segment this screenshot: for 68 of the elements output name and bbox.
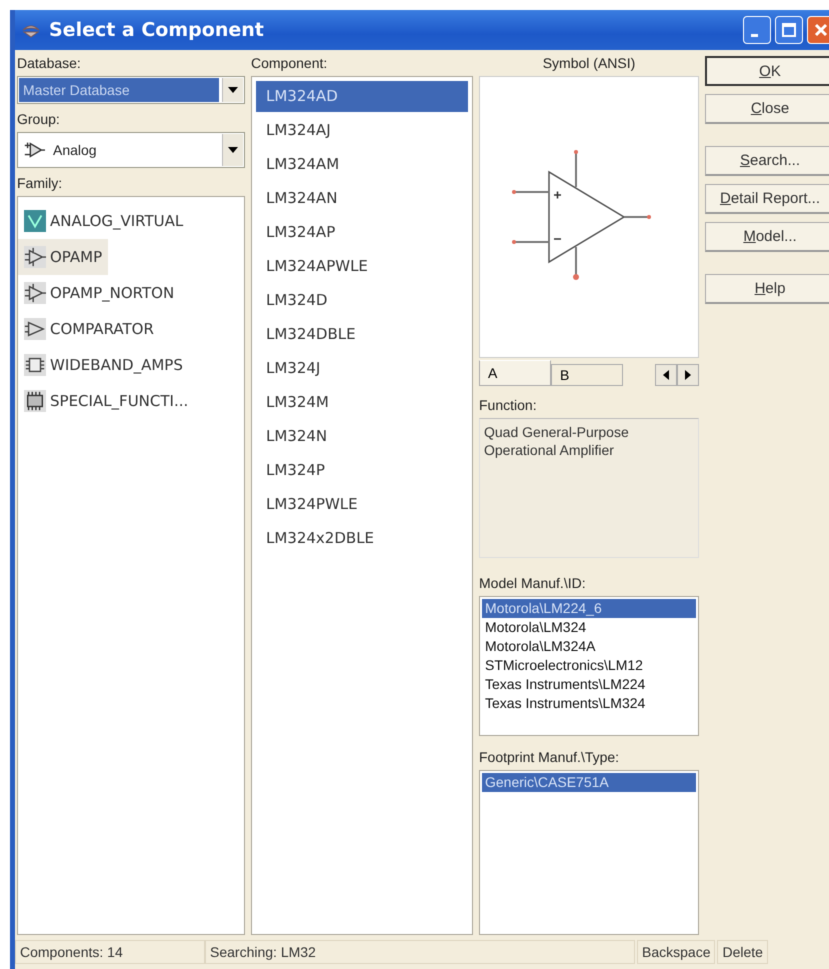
symbol-tab[interactable]: B xyxy=(551,364,623,386)
function-label: Function: xyxy=(479,396,538,414)
amplifier-icon xyxy=(24,246,46,268)
component-item[interactable]: LM324APWLE xyxy=(256,251,468,282)
amplifier-icon xyxy=(24,318,46,340)
model-item[interactable]: Motorola\LM324 xyxy=(482,618,696,637)
family-item[interactable]: SPECIAL_FUNCTI... xyxy=(18,383,194,419)
family-item[interactable]: OPAMP xyxy=(18,239,108,275)
component-item[interactable]: LM324J xyxy=(256,353,468,384)
group-label: Group: xyxy=(17,110,61,128)
dialog-button[interactable]: Model... xyxy=(705,222,829,252)
component-item[interactable]: LM324AP xyxy=(256,217,468,248)
close-button[interactable] xyxy=(807,16,829,44)
component-item[interactable]: LM324AD xyxy=(256,81,468,112)
family-item[interactable]: OPAMP_NORTON xyxy=(18,275,180,311)
component-item[interactable]: LM324DBLE xyxy=(256,319,468,350)
family-item[interactable]: COMPARATOR xyxy=(18,311,160,347)
component-item[interactable]: LM324N xyxy=(256,421,468,452)
module-icon xyxy=(24,390,46,412)
family-label: Family: xyxy=(17,174,64,192)
minimize-button[interactable] xyxy=(743,16,771,44)
component-label: Component: xyxy=(251,54,328,72)
chip-icon xyxy=(24,354,46,376)
left-arrow-icon xyxy=(663,370,669,380)
virtual-amp-icon xyxy=(24,210,46,232)
component-item[interactable]: LM324PWLE xyxy=(256,489,468,520)
dialog-button[interactable]: Help xyxy=(705,274,829,304)
key-hint: Delete xyxy=(717,940,768,964)
footprint-label: Footprint Manuf.\Type: xyxy=(479,748,620,766)
component-item[interactable]: LM324D xyxy=(256,285,468,316)
model-item[interactable]: STMicroelectronics\LM12 xyxy=(482,656,696,675)
component-item[interactable]: LM324P xyxy=(256,455,468,486)
component-item[interactable]: LM324AJ xyxy=(256,115,468,146)
search-status: Searching: LM32 xyxy=(205,940,635,964)
component-item[interactable]: LM324AM xyxy=(256,149,468,180)
model-item[interactable]: Motorola\LM224_6 xyxy=(482,599,696,618)
component-item[interactable]: LM324x2DBLE xyxy=(256,523,468,554)
model-item[interactable]: Motorola\LM324A xyxy=(482,637,696,656)
symbol-label: Symbol (ANSI) xyxy=(542,54,636,72)
symbol-tab[interactable]: A xyxy=(479,360,551,386)
dialog-button[interactable]: Detail Report... xyxy=(705,184,829,214)
footprint-item[interactable]: Generic\CASE751A xyxy=(482,773,696,792)
component-item[interactable]: LM324AN xyxy=(256,183,468,214)
scroll-right-button[interactable] xyxy=(677,364,699,386)
right-arrow-icon xyxy=(685,370,691,380)
model-label: Model Manuf.\ID: xyxy=(479,574,587,592)
family-item[interactable]: WIDEBAND_AMPS xyxy=(18,347,189,383)
scroll-left-button[interactable] xyxy=(655,364,677,386)
maximize-button[interactable] xyxy=(775,16,803,44)
dialog-button[interactable]: Search... xyxy=(705,146,829,176)
dropdown-arrow-icon xyxy=(228,147,238,153)
key-hint: Backspace xyxy=(637,940,716,964)
dropdown-arrow-icon xyxy=(228,87,238,93)
database-label: Database: xyxy=(17,54,82,72)
family-item[interactable]: ANALOG_VIRTUAL xyxy=(18,203,190,239)
component-item[interactable]: LM324M xyxy=(256,387,468,418)
dialog-button[interactable]: OK xyxy=(705,56,829,86)
minimize-icon xyxy=(750,34,758,36)
component-count: Components: 14 xyxy=(15,940,205,964)
function-text: Quad General-Purpose Operational Amplifier xyxy=(484,424,629,458)
maximize-icon xyxy=(779,20,799,40)
model-item[interactable]: Texas Instruments\LM324 xyxy=(482,694,696,713)
model-item[interactable]: Texas Instruments\LM224 xyxy=(482,675,696,694)
dialog-button[interactable]: Close xyxy=(705,94,829,124)
group-dropdown[interactable]: Analog xyxy=(17,132,245,168)
database-dropdown[interactable]: Master Database xyxy=(17,76,245,104)
window-title: Select a Component xyxy=(49,19,264,41)
amplifier-icon xyxy=(24,282,46,304)
